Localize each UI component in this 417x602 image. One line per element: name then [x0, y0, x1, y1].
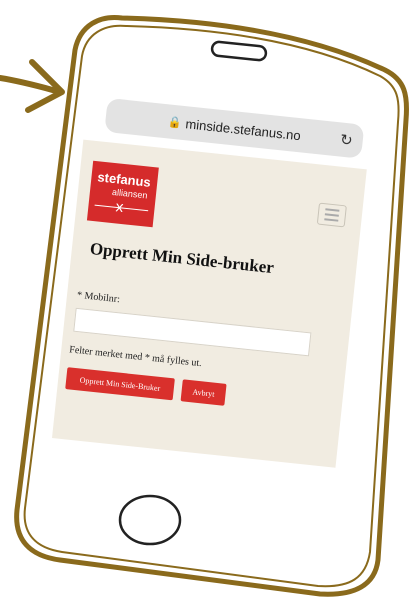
barbed-wire-icon — [94, 203, 149, 213]
mobile-field-label: * Mobilnr: — [76, 289, 121, 306]
required-note: Felter merket med * må fylles ut. — [68, 344, 203, 370]
page-content: stefanus alliansen Opprett Min Side-bruk… — [51, 139, 367, 468]
hamburger-bar — [325, 208, 340, 212]
hamburger-bar — [324, 218, 339, 222]
hamburger-bar — [324, 213, 339, 217]
page-title: Opprett Min Side-bruker — [89, 238, 275, 278]
create-user-button[interactable]: Opprett Min Side-Bruker — [65, 367, 175, 401]
menu-button[interactable] — [316, 202, 347, 228]
stefanus-logo[interactable]: stefanus alliansen — [86, 160, 159, 228]
lock-icon: 🔒 — [167, 115, 183, 130]
cancel-button[interactable]: Avbryt — [180, 379, 227, 406]
illustration-stage: 🔒 minside.stefanus.no ↻ stefanus allians… — [0, 0, 417, 602]
reload-icon[interactable]: ↻ — [339, 130, 353, 149]
url-text: minside.stefanus.no — [184, 115, 302, 143]
logo-main-text: stefanus — [96, 169, 152, 190]
phone-screen: 🔒 minside.stefanus.no ↻ stefanus allians… — [42, 95, 378, 484]
